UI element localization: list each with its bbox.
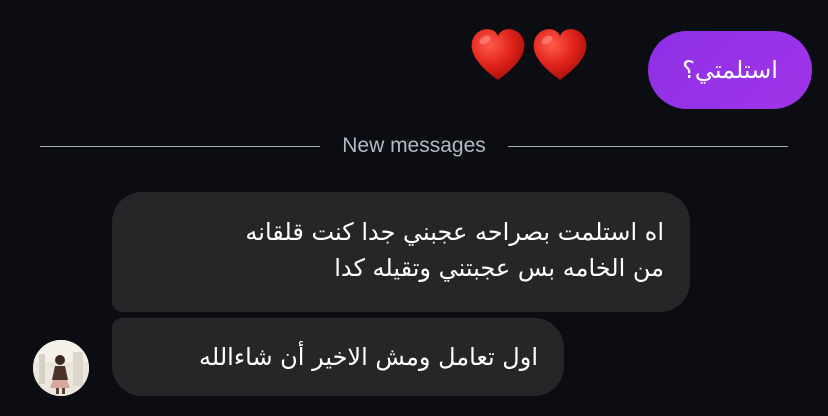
new-messages-divider: New messages xyxy=(40,131,788,161)
reaction-hearts xyxy=(468,24,590,90)
message-text-line: اه استلمت بصراحه عجبني جدا كنت قلقانه xyxy=(245,218,664,246)
sender-avatar[interactable] xyxy=(33,340,89,396)
avatar-photo xyxy=(33,340,89,396)
sent-message-bubble[interactable]: استلمتي؟ xyxy=(648,31,812,109)
message-text-line: اول تعامل ومش الاخير أن شاءالله xyxy=(199,343,538,371)
red-heart-icon xyxy=(533,29,587,80)
divider-line-right xyxy=(507,145,788,147)
new-messages-label: New messages xyxy=(342,134,486,157)
message-text-line: من الخامه بس عجبتني وتقيله كدا xyxy=(334,254,664,282)
received-message-bubble[interactable]: اه استلمت بصراحه عجبني جدا كنت قلقانه من… xyxy=(112,192,690,312)
red-heart-icon xyxy=(471,29,525,80)
received-message-bubble[interactable]: اول تعامل ومش الاخير أن شاءالله xyxy=(112,318,564,396)
divider-line-left xyxy=(40,145,321,147)
